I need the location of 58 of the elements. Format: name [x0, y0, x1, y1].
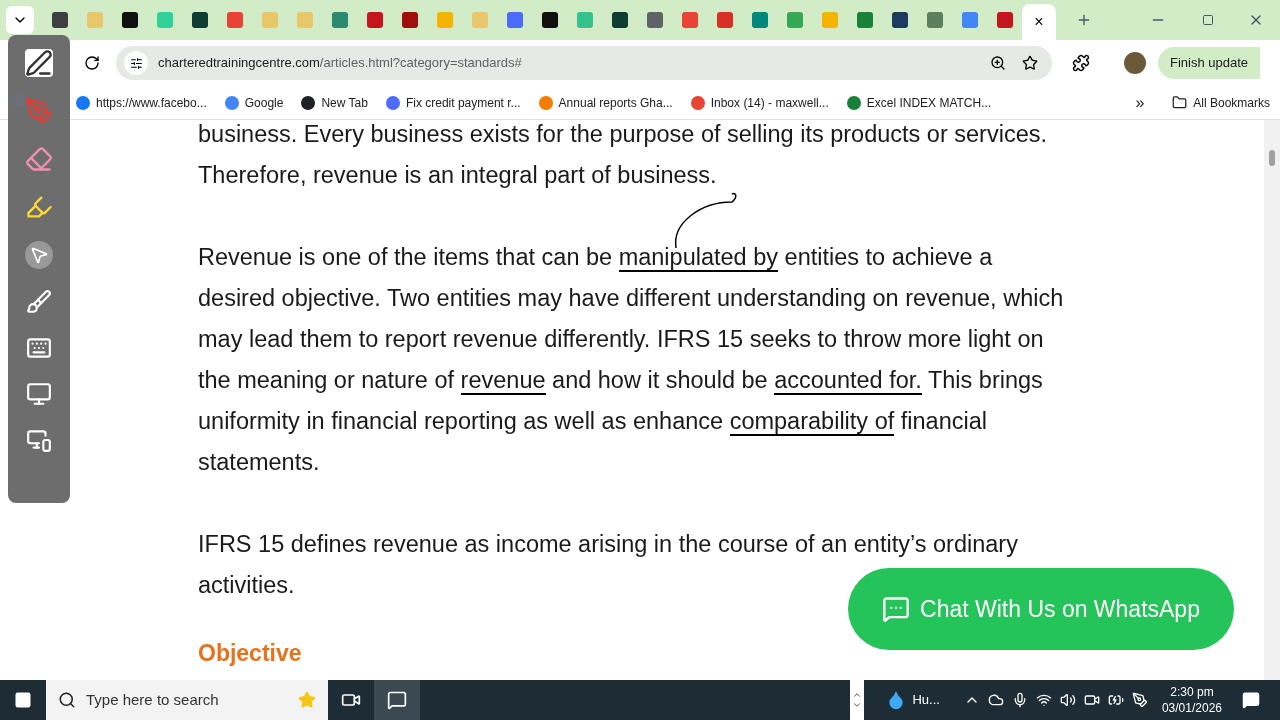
browser-tab[interactable]: ×: [1022, 4, 1056, 40]
bookmark-label: New Tab: [321, 94, 368, 112]
wifi-icon[interactable]: [1035, 692, 1052, 708]
bookmark-label: Inbox (14) - maxwell...: [710, 94, 829, 112]
highlighter-icon[interactable]: [25, 193, 53, 221]
restore-icon[interactable]: [1202, 14, 1214, 26]
bookmark-label: Google: [244, 94, 284, 112]
brush-icon[interactable]: [26, 289, 52, 315]
bookmark-item[interactable]: New Tab: [301, 93, 368, 112]
bookmark-item[interactable]: Google: [224, 93, 284, 112]
new-tab-icon[interactable]: [1076, 12, 1092, 28]
site-settings-icon[interactable]: [129, 56, 143, 70]
reload-icon[interactable]: [84, 55, 100, 71]
all-bookmarks-link[interactable]: All Bookmarks: [1193, 93, 1270, 112]
folder-icon: [1172, 95, 1188, 110]
bookmark-item[interactable]: Inbox (14) - maxwell...: [690, 93, 829, 112]
search-placeholder: Type here to search: [86, 689, 220, 710]
clock-date: 03/01/2026: [1161, 700, 1222, 716]
pen-icon[interactable]: [25, 49, 53, 77]
clock-time: 2:30 pm: [1170, 684, 1214, 700]
pen-icon[interactable]: [1131, 692, 1148, 708]
volume-icon[interactable]: [1059, 692, 1076, 708]
chat-icon: [882, 595, 910, 623]
camera-icon[interactable]: [1083, 692, 1100, 708]
extensions-icon[interactable]: [1072, 54, 1090, 72]
url-text: charteredtrainingcentre.com/articles.html?category=standards#: [158, 54, 523, 73]
bookmark-label: Annual reports Gha...: [558, 94, 673, 112]
cursor-icon[interactable]: [25, 241, 53, 269]
screens-icon[interactable]: [26, 427, 52, 453]
screen-icon[interactable]: [26, 381, 52, 407]
scroll-down-icon[interactable]: [852, 700, 863, 710]
zoom-icon[interactable]: [990, 55, 1006, 71]
notifications-icon[interactable]: [1242, 691, 1260, 709]
profile-avatar[interactable]: [1124, 52, 1146, 74]
finish-update-button[interactable]: Finish update: [1158, 47, 1261, 79]
clock[interactable]: 2:30 pm 03/01/2026: [1161, 684, 1222, 716]
bookmark-label: Excel INDEX MATCH...: [866, 94, 992, 112]
bookmark-item[interactable]: Fix credit payment r...: [385, 93, 521, 112]
taskbar-search-field[interactable]: Type here to search: [46, 680, 328, 720]
battery-icon[interactable]: [1107, 692, 1124, 708]
tab-search-button[interactable]: [6, 6, 34, 34]
bookmark-item[interactable]: Excel INDEX MATCH...: [846, 93, 992, 112]
bookmark-item[interactable]: https://www.facebo...: [76, 93, 207, 112]
bookmark-item[interactable]: Annual reports Gha...: [538, 93, 673, 112]
article-paragraph: Revenue is one of the items that can be manipulated by entities to achieve a desired objective. Two entities may have different understanding on revenue, which may lead them to report revenue differently. IFRS 15 seeks to throw more light on the meaning or nature of revenue and how it should be accounted for. This brings uniformity in financial reporting as well as enhance comparability of financial statements.: [198, 243, 1065, 477]
bookmark-star-icon[interactable]: [1022, 55, 1038, 71]
weather-text[interactable]: Hu...: [912, 690, 940, 710]
bookmarks-overflow-button[interactable]: »: [1135, 90, 1145, 115]
marker-icon[interactable]: [25, 97, 53, 125]
address-bar[interactable]: charteredtrainingcentre.com/articles.html?category=standards#: [116, 46, 1052, 80]
search-icon: [58, 691, 76, 709]
cloud-icon[interactable]: [987, 692, 1004, 708]
bookmark-label: https://www.facebo...: [96, 94, 207, 112]
keyboard-icon[interactable]: [26, 335, 52, 361]
bookmark-label: Fix credit payment r...: [405, 94, 521, 112]
article-paragraph: business. Every business exists for the purpose of selling its products or services. Therefore, revenue is an integral part of business.: [198, 120, 1048, 190]
scroll-up-icon[interactable]: [852, 690, 863, 700]
section-heading: Objective: [198, 639, 303, 668]
